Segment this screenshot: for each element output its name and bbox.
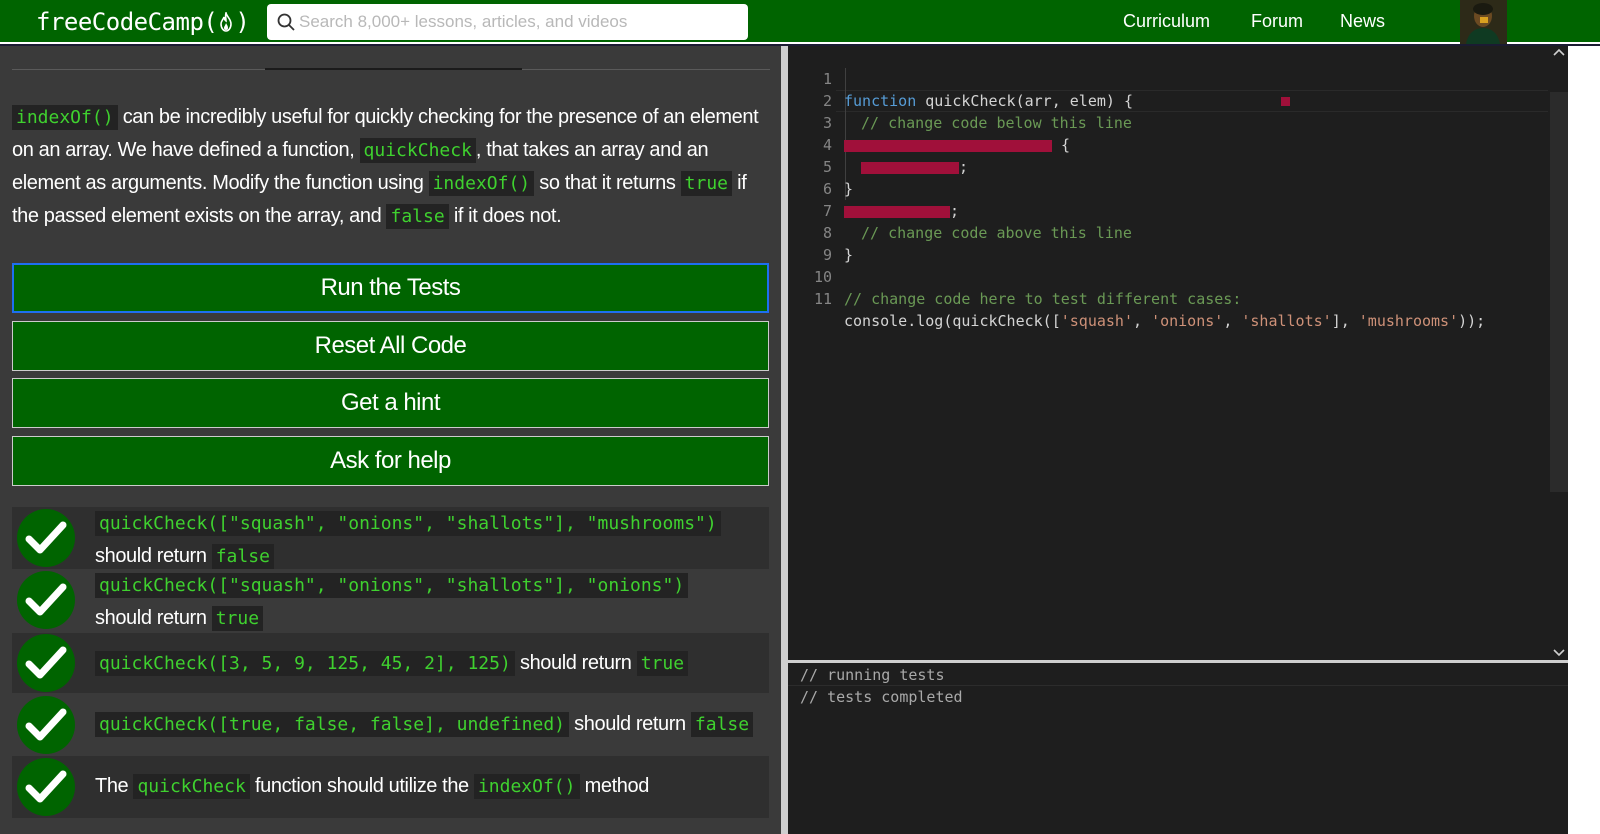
search-input[interactable] <box>299 4 739 40</box>
pane-resize-handle[interactable] <box>781 46 788 834</box>
test-text: should return <box>574 713 686 735</box>
challenge-description: indexOf() can be incredibly useful for q… <box>12 101 772 233</box>
nav-link-forum[interactable]: Forum <box>1251 11 1303 32</box>
run-tests-button[interactable]: Run the Tests <box>12 263 769 313</box>
output-line-separator <box>788 685 1568 686</box>
reset-code-button[interactable]: Reset All Code <box>12 321 769 371</box>
search-icon <box>277 13 295 31</box>
code-string: 'mushrooms' <box>1358 312 1459 330</box>
top-navbar: freeCodeCamp( ) Curriculum Forum News <box>0 0 1600 44</box>
flame-icon <box>218 12 234 32</box>
test-code: quickCheck([3, 5, 9, 125, 45, 2], 125) <box>95 651 515 676</box>
inline-code: indexOf() <box>12 105 118 130</box>
get-hint-button[interactable]: Get a hint <box>12 378 769 428</box>
test-text: should return <box>519 652 632 674</box>
code-line: 8 } <box>788 200 1548 264</box>
code-string: 'squash' <box>1060 312 1133 330</box>
header-divider <box>12 68 770 70</box>
code-text: , <box>1133 312 1152 330</box>
description-text: if it does not. <box>448 205 562 227</box>
code-line: 5 } <box>788 134 1548 198</box>
chevron-up-icon[interactable] <box>1553 48 1565 56</box>
test-description: quickCheck([true, false, false], undefin… <box>95 708 754 741</box>
check-icon <box>17 509 75 567</box>
user-avatar[interactable] <box>1460 0 1507 44</box>
nav-link-news[interactable]: News <box>1340 11 1385 32</box>
check-icon <box>17 758 75 816</box>
test-text: should return <box>95 607 207 629</box>
inline-code: false <box>386 204 449 229</box>
test-code: quickCheck <box>133 774 250 799</box>
output-line: // tests completed <box>800 688 963 706</box>
window-edge <box>1568 46 1600 834</box>
code-text: console.log(quickCheck([ <box>844 312 1061 330</box>
code-text: ], <box>1331 312 1359 330</box>
code-text: , <box>1223 312 1242 330</box>
code-string: 'shallots' <box>1241 312 1332 330</box>
test-code: false <box>211 544 274 569</box>
check-icon <box>17 696 75 754</box>
code-line: 7 // change code above this line <box>788 178 1548 242</box>
test-code: true <box>636 651 689 676</box>
scroll-thumb[interactable] <box>1550 92 1568 492</box>
freecodecamp-logo[interactable]: freeCodeCamp( ) <box>36 7 250 37</box>
code-line: 11 console.log(quickCheck(['squash', 'on… <box>788 266 1548 330</box>
code-line: 2 // change code below this line <box>788 68 1548 132</box>
test-text: should return <box>95 545 207 567</box>
test-result-row: quickCheck(["squash", "onions", "shallot… <box>12 569 769 631</box>
inline-code: true <box>680 171 733 196</box>
code-line: 1 function quickCheck(arr, elem) { <box>788 46 1548 110</box>
code-line: 4 ; <box>788 112 1548 176</box>
code-line: 6 ; <box>788 156 1548 220</box>
logo-text-close: ) <box>235 8 250 36</box>
test-result-row: The quickCheck function should utilize t… <box>12 756 769 818</box>
test-output-console: // running tests // tests completed <box>788 663 1600 834</box>
challenge-description-pane: indexOf() can be incredibly useful for q… <box>0 46 781 834</box>
ask-for-help-button[interactable]: Ask for help <box>12 436 769 486</box>
test-code: quickCheck([true, false, false], undefin… <box>95 712 569 737</box>
code-editor[interactable]: 1 function quickCheck(arr, elem) { 2 // … <box>788 46 1600 660</box>
editor-scrollbar[interactable] <box>1550 46 1568 660</box>
test-description: The quickCheck function should utilize t… <box>95 770 649 803</box>
nav-link-curriculum[interactable]: Curriculum <box>1123 11 1210 32</box>
test-description: quickCheck(["squash", "onions", "shallot… <box>95 507 721 573</box>
test-result-row: quickCheck([true, false, false], undefin… <box>12 694 769 756</box>
test-code: false <box>690 712 754 737</box>
test-description: quickCheck([3, 5, 9, 125, 45, 2], 125) s… <box>95 647 689 680</box>
code-line: 9 <box>788 222 1548 264</box>
logo-text: freeCodeCamp( <box>36 8 218 36</box>
code-line: 3 { <box>788 90 1548 154</box>
check-icon <box>17 634 75 692</box>
description-text: so that it returns <box>534 172 681 194</box>
code-line: 10 // change code here to test different… <box>788 244 1548 308</box>
test-text: method <box>584 775 650 797</box>
code-string: 'onions' <box>1151 312 1224 330</box>
test-code: quickCheck(["squash", "onions", "shallot… <box>95 573 689 598</box>
code-comment: // change code here to test different ca… <box>844 290 1242 308</box>
test-code: quickCheck(["squash", "onions", "shallot… <box>95 511 721 536</box>
search-bar[interactable] <box>267 4 748 40</box>
redacted-marker <box>1281 97 1290 106</box>
inline-code: indexOf() <box>428 171 535 196</box>
chevron-down-icon[interactable] <box>1553 649 1565 657</box>
check-icon <box>17 571 75 629</box>
test-description: quickCheck(["squash", "onions", "shallot… <box>95 569 689 635</box>
test-code: indexOf() <box>473 774 580 799</box>
test-text: function should utilize the <box>254 775 469 797</box>
test-result-row: quickCheck([3, 5, 9, 125, 45, 2], 125) s… <box>12 633 769 693</box>
inline-code: quickCheck <box>359 138 476 163</box>
test-code: true <box>211 606 264 631</box>
line-number: 11 <box>813 290 832 308</box>
test-text: The <box>95 775 129 797</box>
test-result-row: quickCheck(["squash", "onions", "shallot… <box>12 507 769 569</box>
code-text: )); <box>1458 312 1486 330</box>
output-line: // running tests <box>800 666 945 684</box>
